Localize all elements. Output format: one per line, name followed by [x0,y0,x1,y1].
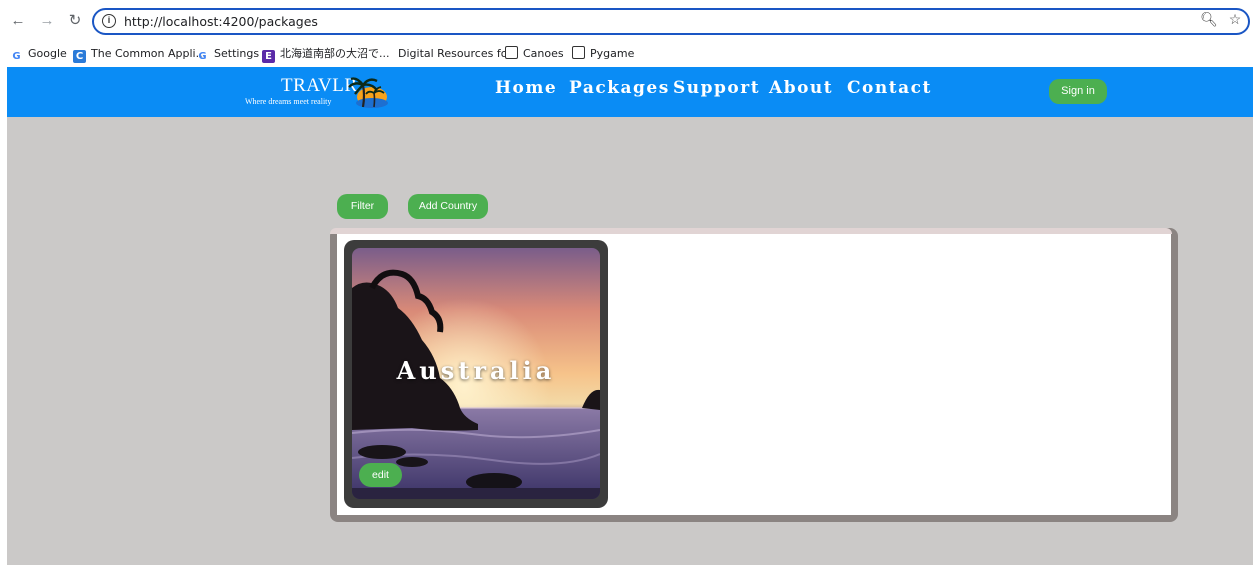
reload-icon[interactable]: ↻ [64,10,86,32]
folder-icon [572,46,585,59]
bookmark-settings[interactable]: G Settings [196,46,259,62]
bookmark-google[interactable]: G Google [10,46,66,62]
forward-icon[interactable]: → [36,10,58,32]
bookmark-star-icon[interactable]: ☆ [1226,11,1244,29]
zoom-icon[interactable]: 🔍︎ [1200,11,1218,29]
common-app-icon: C [73,50,86,63]
e-icon: E [262,50,275,63]
google-icon: G [198,51,207,62]
site-header: TRAVLR Where dreams meet reality Home Pa… [7,67,1253,117]
country-card-title: Australia [396,356,556,385]
nav-support[interactable]: Support [673,78,760,104]
add-country-button[interactable]: Add Country [408,194,488,219]
nav-home[interactable]: Home [495,78,557,104]
address-url: http://localhost:4200/packages [124,14,318,29]
folder-icon [505,46,518,59]
address-bar[interactable]: i http://localhost:4200/packages [92,8,1250,35]
nav-packages[interactable]: Packages [569,78,670,104]
bookmark-digital-resources[interactable]: Digital Resources fo... [398,46,518,62]
google-icon: G [12,51,21,62]
nav-contact[interactable]: Contact [847,78,932,104]
sign-in-button[interactable]: Sign in [1049,79,1107,104]
filter-button[interactable]: Filter [337,194,388,219]
nav-about[interactable]: About [769,78,833,104]
bookmark-common-app[interactable]: C The Common Appli... [73,46,206,63]
bookmark-hokkaido[interactable]: E 北海道南部の大沼で... [262,46,390,63]
logo-tagline: Where dreams meet reality [245,97,332,106]
site-info-icon[interactable]: i [102,14,116,28]
palm-tree-icon [348,77,388,108]
logo[interactable]: TRAVLR Where dreams meet reality [245,73,395,113]
back-icon[interactable]: ← [7,10,29,32]
browser-toolbar: ← → ↻ i http://localhost:4200/packages 🔍… [0,0,1253,42]
bookmark-canoes[interactable]: Canoes [505,46,564,62]
edit-button[interactable]: edit [359,463,402,487]
bookmarks-bar: G Google C The Common Appli... G Settings E… [0,42,1253,66]
bookmark-pygame[interactable]: Pygame [572,46,634,62]
